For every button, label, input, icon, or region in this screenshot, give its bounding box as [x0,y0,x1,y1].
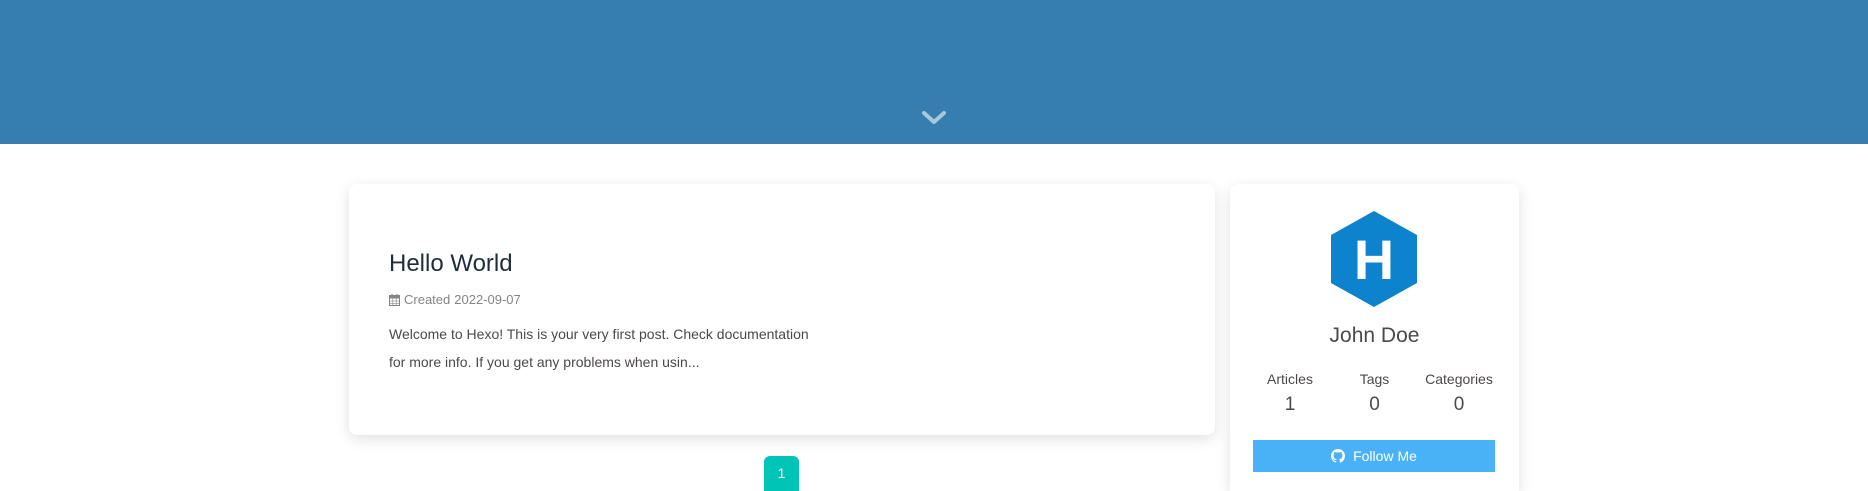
stat-value: 0 [1453,394,1465,415]
post-excerpt: Welcome to Hexo! This is your very first… [389,326,809,370]
post-card: Hello World Created 2022-09-07 Welcome t… [349,184,1215,435]
page-header-banner [0,0,1868,144]
stat-label: Categories [1425,371,1493,387]
hexo-logo-icon: H [1331,211,1417,307]
stat-value: 1 [1284,394,1296,415]
stat-value: 0 [1369,394,1380,415]
post-title[interactable]: Hello World [389,250,513,278]
stat-tags[interactable]: Tags 0 [1333,370,1417,416]
post-meta: Created 2022-09-07 [389,292,521,307]
chevron-down-icon[interactable] [920,108,948,128]
stat-label: Articles [1267,371,1313,387]
pagination-page-1[interactable]: 1 [764,456,799,491]
follow-me-button[interactable]: Follow Me [1253,440,1495,472]
stat-categories[interactable]: Categories 0 [1417,370,1501,416]
author-stats: Articles 1 Tags 0 Categories 0 [1248,370,1501,416]
follow-me-label: Follow Me [1353,448,1417,464]
post-date: 2022-09-07 [454,292,521,307]
stat-label: Tags [1359,371,1390,387]
avatar-letter: H [1354,228,1394,291]
stat-articles[interactable]: Articles 1 [1248,370,1332,416]
calendar-icon [389,293,400,306]
github-icon [1331,449,1346,463]
author-card: H John Doe Articles 1 Tags 0 Categories … [1230,184,1519,491]
author-name: John Doe [1329,324,1420,347]
post-meta-label: Created [404,292,451,307]
